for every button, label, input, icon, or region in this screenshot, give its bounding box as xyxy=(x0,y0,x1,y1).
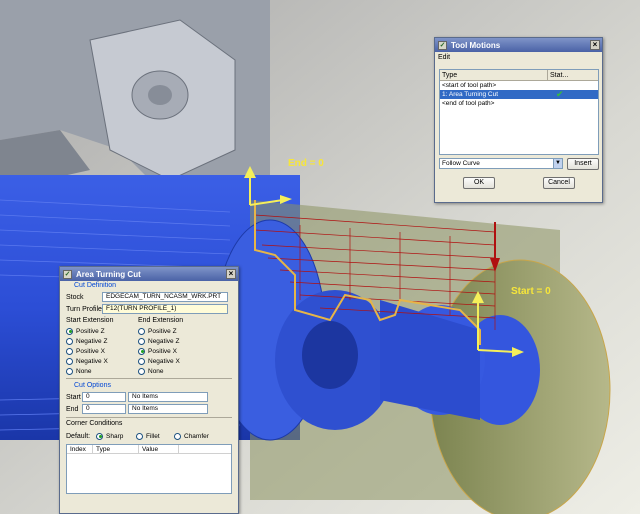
insert-button[interactable]: Insert xyxy=(567,158,599,170)
column-value[interactable]: Value xyxy=(139,445,179,453)
column-status[interactable]: Stat... xyxy=(548,70,568,80)
list-item-type: <end of tool path> xyxy=(442,100,495,107)
tool-motions-titlebar[interactable]: ✓ Tool Motions × xyxy=(435,38,602,52)
close-icon[interactable]: × xyxy=(226,269,236,279)
menu-edit[interactable]: Edit xyxy=(438,54,450,61)
area-turning-cut-window: ✓ Area Turning Cut × Cut Definition Stoc… xyxy=(59,266,239,514)
check-icon: ✔ xyxy=(556,89,564,99)
list-item-type: <start of tool path> xyxy=(442,82,497,89)
ok-button[interactable]: OK xyxy=(463,177,495,189)
corner-conditions-table[interactable]: Index Type Value xyxy=(66,444,232,494)
motion-type-dropdown[interactable]: Follow Curve ▼ xyxy=(439,158,563,169)
corner-option[interactable]: Fillet xyxy=(136,431,174,441)
radio-selected[interactable] xyxy=(96,432,103,440)
end-value-field[interactable]: 0 xyxy=(82,404,126,414)
corner-option[interactable]: Sharp xyxy=(96,431,136,441)
radio[interactable] xyxy=(136,432,143,440)
option-label: None xyxy=(76,367,92,375)
radio[interactable] xyxy=(66,367,73,375)
end-ext-option[interactable]: None xyxy=(138,366,218,376)
area-turning-title: Area Turning Cut xyxy=(76,269,141,279)
radio[interactable] xyxy=(66,357,73,365)
option-label: Negative Z xyxy=(76,337,108,345)
end-extension-heading: End Extension xyxy=(138,317,184,324)
tool-motions-menubar: Edit xyxy=(435,52,602,64)
column-type[interactable]: Type xyxy=(93,445,139,453)
option-label: Sharp xyxy=(106,432,124,440)
corner-option[interactable]: Chamfer xyxy=(174,431,209,441)
start-ext-option[interactable]: Negative X xyxy=(66,356,138,366)
stock-label: Stock xyxy=(66,293,84,301)
start-extension-heading: Start Extension xyxy=(66,317,114,324)
option-label: Positive Z xyxy=(148,327,177,335)
radio[interactable] xyxy=(66,347,73,355)
area-turning-titlebar[interactable]: ✓ Area Turning Cut × xyxy=(60,267,238,281)
end-ext-option[interactable]: Positive Z xyxy=(138,326,218,336)
corner-conditions-heading: Corner Conditions xyxy=(66,420,123,427)
radio-selected[interactable] xyxy=(66,327,73,335)
start-value-field[interactable]: 0 xyxy=(82,392,126,402)
cut-definition-heading: Cut Definition xyxy=(74,282,117,289)
radio[interactable] xyxy=(138,337,145,345)
divider xyxy=(66,417,232,418)
end-ext-option[interactable]: Negative Z xyxy=(138,336,218,346)
end-row-label: End xyxy=(66,405,79,413)
option-label: Positive X xyxy=(76,347,105,355)
start-items-field[interactable]: No Items xyxy=(128,392,208,402)
option-label: Fillet xyxy=(146,432,160,440)
end-ext-option[interactable]: Negative X xyxy=(138,356,218,366)
radio[interactable] xyxy=(66,337,73,345)
start-ext-option[interactable]: Positive Z xyxy=(66,326,138,336)
option-label: None xyxy=(148,367,164,375)
close-icon[interactable]: × xyxy=(590,40,600,50)
table-header: Index Type Value xyxy=(67,445,231,454)
turn-profile-field[interactable]: F12(TURN PROFILE_1) xyxy=(102,304,228,314)
radio[interactable] xyxy=(138,367,145,375)
tool-motions-list[interactable]: Type Stat... <start of tool path> 1: Are… xyxy=(439,69,599,155)
end-ext-option[interactable]: Positive X xyxy=(138,346,218,356)
start-label: Start = 0 xyxy=(511,286,551,297)
option-label: Positive X xyxy=(148,347,177,355)
tool-motions-window: ✓ Tool Motions × Edit Type Stat... <star… xyxy=(434,37,603,203)
column-type[interactable]: Type xyxy=(440,70,548,80)
app-icon: ✓ xyxy=(63,269,72,279)
option-label: Positive Z xyxy=(76,327,105,335)
tool-motions-title: Tool Motions xyxy=(451,40,501,50)
stock-field[interactable]: EDGECAM_TURN_NCASM_WRK.PRT xyxy=(102,292,228,302)
list-header: Type Stat... xyxy=(440,70,598,81)
app-icon: ✓ xyxy=(438,40,447,50)
start-ext-option[interactable]: Positive X xyxy=(66,346,138,356)
end-items-field[interactable]: No Items xyxy=(128,404,208,414)
start-ext-option[interactable]: Negative Z xyxy=(66,336,138,346)
chevron-down-icon[interactable]: ▼ xyxy=(553,159,562,168)
start-ext-option[interactable]: None xyxy=(66,366,138,376)
radio[interactable] xyxy=(138,327,145,335)
dropdown-value: Follow Curve xyxy=(442,160,480,167)
list-item-selected[interactable]: 1: Area Turning Cut ✔ xyxy=(440,90,598,99)
option-label: Negative X xyxy=(148,357,180,365)
list-item[interactable]: <start of tool path> xyxy=(440,81,598,90)
end-label: End = 0 xyxy=(288,158,324,169)
radio-selected[interactable] xyxy=(138,347,145,355)
column-index[interactable]: Index xyxy=(67,445,93,453)
cancel-button[interactable]: Cancel xyxy=(543,177,575,189)
default-label: Default: xyxy=(66,432,91,440)
list-item-type: 1: Area Turning Cut xyxy=(442,91,499,98)
divider xyxy=(66,378,232,379)
radio[interactable] xyxy=(174,432,181,440)
option-label: Chamfer xyxy=(184,432,209,440)
radio[interactable] xyxy=(138,357,145,365)
list-item[interactable]: <end of tool path> xyxy=(440,99,598,108)
cut-options-heading: Cut Options xyxy=(74,382,111,389)
option-label: Negative X xyxy=(76,357,108,365)
option-label: Negative Z xyxy=(148,337,180,345)
turn-profile-label: Turn Profile xyxy=(66,305,102,313)
start-row-label: Start xyxy=(66,393,81,401)
